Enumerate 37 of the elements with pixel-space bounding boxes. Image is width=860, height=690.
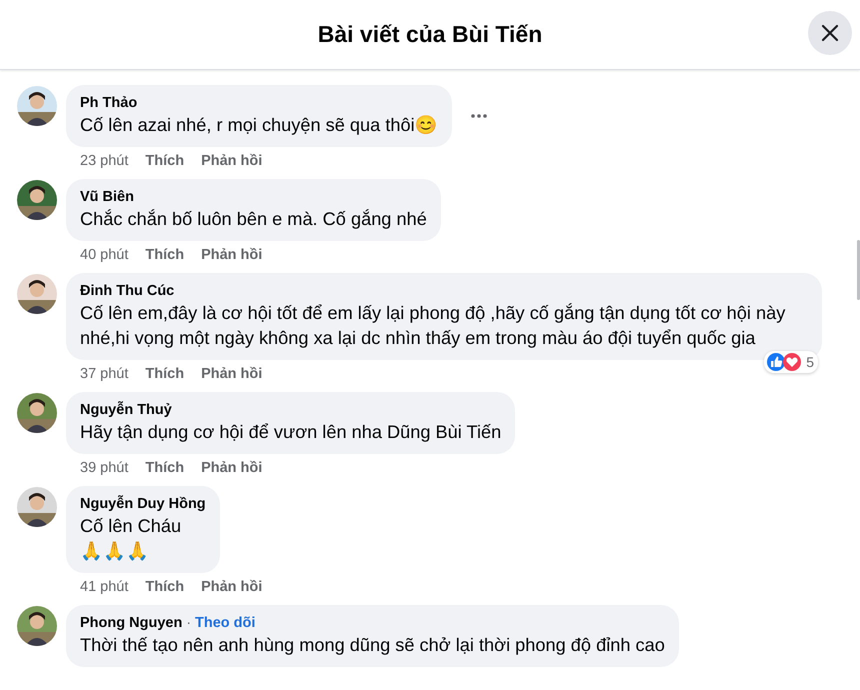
comment-text: Hãy tận dụng cơ hội để vươn lên nha Dũng Bùi Tiến [80,421,502,444]
reply-link[interactable]: Phản hồi [201,576,262,598]
author-name[interactable]: Ph Thảo [80,93,138,113]
comment-text: Cố lên em,đây là cơ hội tốt để em lấy lại phong độ ,hãy cố gắng tận dụng tốt cơ hội này nhé,hi vọng một ngày không xa lại dc nhìn thấy em trong màu áo đội tuyển quốc gia [80,302,786,350]
comment-text: Chắc chắn bố luôn bên e mà. Cố gắng nhé [80,208,427,231]
author-name[interactable]: Đinh Thu Cúc [80,281,174,301]
scrollbar-thumb[interactable] [857,240,860,300]
like-icon [766,352,786,372]
author-name[interactable]: Nguyễn Thuỷ [80,400,172,420]
comment-time: 39 phút [80,459,128,478]
comment-time: 23 phút [80,152,128,171]
dialog-title: Bài viết của Bùi Tiến [318,21,542,48]
comment-time: 41 phút [80,578,128,597]
author-name[interactable]: Vũ Biên [80,187,134,207]
reaction-badge[interactable]: 5 [764,351,818,373]
reply-link[interactable]: Phản hồi [201,363,262,385]
reply-link[interactable]: Phản hồi [201,457,262,479]
comment-text: Cố lên Cháu [80,515,182,538]
close-button[interactable] [808,11,852,55]
comment-text: Thời thế tạo nên anh hùng mong dũng sẽ chở lại thời phong độ đỉnh cao [80,634,665,657]
like-link[interactable]: Thích [145,244,184,266]
more-icon [470,113,488,119]
like-link[interactable]: Thích [145,363,184,385]
like-link[interactable]: Thích [145,150,184,172]
author-name[interactable]: Nguyễn Duy Hồng [80,494,206,514]
separator: · [186,614,191,630]
comment-time: 40 phút [80,246,128,265]
follow-link[interactable]: Theo dõi [194,615,256,631]
author-name[interactable]: Phong Nguyen [80,613,182,633]
close-icon [821,24,839,42]
reply-link[interactable]: Phản hồi [201,150,262,172]
comment-text: Cố lên azai nhé, r mọi chuyện sẽ qua thôi😊 [80,114,438,137]
emoji-text: 🙏🙏🙏 [80,540,150,563]
like-link[interactable]: Thích [145,576,184,598]
comment-time: 37 phút [80,365,128,384]
like-link[interactable]: Thích [145,457,184,479]
reply-link[interactable]: Phản hồi [201,244,262,266]
